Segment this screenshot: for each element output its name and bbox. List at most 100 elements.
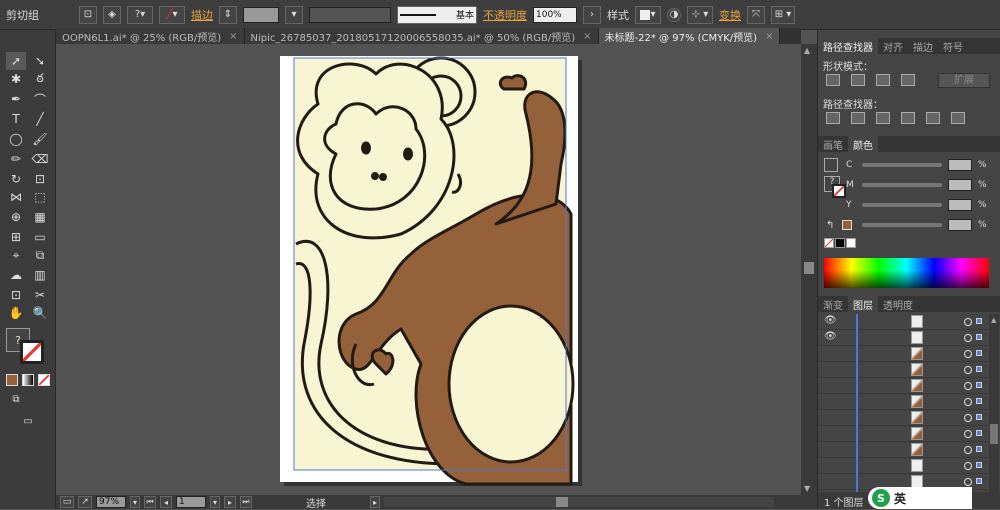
direct-selection-tool-icon[interactable]: ➘ xyxy=(30,52,50,70)
out-of-gamut-icon[interactable]: ↰ xyxy=(826,220,834,231)
selection-indicator-icon[interactable] xyxy=(976,478,982,484)
first-artboard-button[interactable]: ⏮ xyxy=(144,496,156,508)
visibility-eye-icon[interactable]: 👁 xyxy=(824,331,837,342)
horizontal-scroll-thumb[interactable] xyxy=(556,497,568,507)
zoom-dropdown[interactable]: ▾ xyxy=(130,496,140,508)
yellow-slider[interactable]: Y % xyxy=(846,198,996,212)
recolor-artwork-icon[interactable]: ◑ xyxy=(667,7,681,22)
perspective-grid-icon[interactable]: ⊞ xyxy=(6,228,26,246)
tab-pathfinder[interactable]: 路径查找器 xyxy=(818,38,878,54)
zoom-field[interactable]: 97% xyxy=(96,496,126,508)
width-tool-icon[interactable]: ⋈ xyxy=(6,188,26,206)
type-tool-icon[interactable]: T xyxy=(6,110,26,128)
blend-tool-icon[interactable]: ⧉ xyxy=(30,246,50,264)
minus-back-icon[interactable] xyxy=(951,112,965,124)
column-graph-tool-icon[interactable]: ▥ xyxy=(30,266,50,284)
target-icon[interactable] xyxy=(964,462,972,470)
draw-mode-icon[interactable]: ⧉ xyxy=(6,390,26,408)
color-mode-color[interactable] xyxy=(6,374,18,386)
free-transform-tool-icon[interactable]: ⬚ xyxy=(30,188,50,206)
stroke-label[interactable]: 描边 xyxy=(191,7,213,23)
layer-row[interactable] xyxy=(818,362,988,378)
opacity-field[interactable]: 100% xyxy=(533,6,577,23)
divide-icon[interactable] xyxy=(826,112,840,124)
target-icon[interactable] xyxy=(964,334,972,342)
merge-icon[interactable] xyxy=(876,112,890,124)
yellow-value-field[interactable] xyxy=(948,199,972,211)
color-panel-stroke-swatch[interactable] xyxy=(832,184,846,198)
none-swatch[interactable] xyxy=(824,238,834,248)
scrollbar-down-arrow[interactable]: ▼ xyxy=(804,484,810,493)
close-icon[interactable]: × xyxy=(765,31,773,42)
target-icon[interactable] xyxy=(964,430,972,438)
last-artboard-button[interactable]: ⏭ xyxy=(240,496,252,508)
color-spectrum[interactable] xyxy=(824,258,989,288)
variable-width-select[interactable] xyxy=(309,6,391,23)
last-color-swatch[interactable] xyxy=(842,220,852,230)
exclude-icon[interactable] xyxy=(901,74,915,86)
trim-icon[interactable] xyxy=(851,112,865,124)
zoom-tool-icon[interactable]: 🔍 xyxy=(30,304,50,322)
minus-front-icon[interactable] xyxy=(851,74,865,86)
selection-indicator-icon[interactable] xyxy=(976,414,982,420)
tab-stroke[interactable]: 描边 xyxy=(908,38,938,54)
eraser-tool-icon[interactable]: ⌫ xyxy=(30,150,50,168)
target-icon[interactable] xyxy=(964,446,972,454)
scrollbar-thumb[interactable] xyxy=(804,262,814,274)
black-slider[interactable]: K % xyxy=(846,218,996,232)
layer-row[interactable] xyxy=(818,410,988,426)
layer-row[interactable] xyxy=(818,442,988,458)
screen-mode-icon[interactable]: ▭ xyxy=(18,412,38,430)
layer-row[interactable] xyxy=(818,426,988,442)
pen-tool-icon[interactable]: ✒ xyxy=(6,90,26,108)
target-icon[interactable] xyxy=(964,382,972,390)
slice-tool-icon[interactable]: ✂ xyxy=(30,286,50,304)
stroke-weight-stepper[interactable]: ⇕ xyxy=(219,5,237,24)
selection-indicator-icon[interactable] xyxy=(976,366,982,372)
selection-indicator-icon[interactable] xyxy=(976,382,982,388)
white-swatch[interactable] xyxy=(846,238,856,248)
more-options-icon[interactable]: ⊞ ▾ xyxy=(771,5,795,24)
close-icon[interactable]: × xyxy=(229,31,237,42)
selection-indicator-icon[interactable] xyxy=(976,446,982,452)
opacity-dropdown[interactable]: › xyxy=(583,5,601,24)
fill-stroke-widget[interactable]: ? xyxy=(6,328,48,366)
canvas-area[interactable] xyxy=(56,44,801,495)
pencil-tool-icon[interactable]: ✏ xyxy=(6,150,26,168)
selection-indicator-icon[interactable] xyxy=(976,350,982,356)
live-paint-tool-icon[interactable]: ▦ xyxy=(30,208,50,226)
target-icon[interactable] xyxy=(964,366,972,374)
visibility-eye-icon[interactable]: 👁 xyxy=(824,315,837,326)
share-icon[interactable]: ↗ xyxy=(78,496,92,508)
tab-symbols[interactable]: 符号 xyxy=(938,38,968,54)
magenta-slider[interactable]: M % xyxy=(846,178,996,192)
previous-artboard-button[interactable]: ◂ xyxy=(160,496,172,508)
selection-indicator-icon[interactable] xyxy=(976,334,982,340)
brush-definition-select[interactable]: 基本 xyxy=(397,5,477,24)
layer-row[interactable]: 👁 xyxy=(818,330,988,346)
layer-row[interactable]: 👁 xyxy=(818,314,988,330)
next-artboard-button[interactable]: ▸ xyxy=(224,496,236,508)
graphic-style-swatch[interactable]: ▾ xyxy=(635,5,661,24)
unite-icon[interactable] xyxy=(826,74,840,86)
symbol-sprayer-icon[interactable]: ☁ xyxy=(6,266,26,284)
ime-indicator[interactable]: S 英 xyxy=(868,487,972,509)
color-panel-fill-swatch[interactable] xyxy=(824,158,838,172)
tab-brushes[interactable]: 画笔 xyxy=(818,136,848,152)
magic-wand-icon[interactable]: ✱ xyxy=(6,70,26,88)
artboard-dropdown[interactable]: ▾ xyxy=(210,496,220,508)
ellipse-tool-icon[interactable]: ◯ xyxy=(6,130,26,148)
align-icon[interactable]: ⊹ ▾ xyxy=(687,5,713,24)
layer-row[interactable] xyxy=(818,346,988,362)
target-icon[interactable] xyxy=(964,350,972,358)
isolate-group-button[interactable]: ⊡ xyxy=(79,5,97,24)
cyan-slider[interactable]: C % xyxy=(846,158,996,172)
selection-indicator-icon[interactable] xyxy=(976,318,982,324)
scrollbar-up-arrow[interactable]: ▲ xyxy=(804,46,810,55)
tab-color[interactable]: 颜色 xyxy=(848,136,878,152)
layer-row[interactable] xyxy=(818,458,988,474)
black-value-field[interactable] xyxy=(948,219,972,231)
target-icon[interactable] xyxy=(964,414,972,422)
artboard-navigator-icon[interactable]: ▭ xyxy=(60,496,74,508)
tab-document-1[interactable]: OOPN6L1.ai* @ 25% (RGB/预览) × xyxy=(56,28,245,44)
